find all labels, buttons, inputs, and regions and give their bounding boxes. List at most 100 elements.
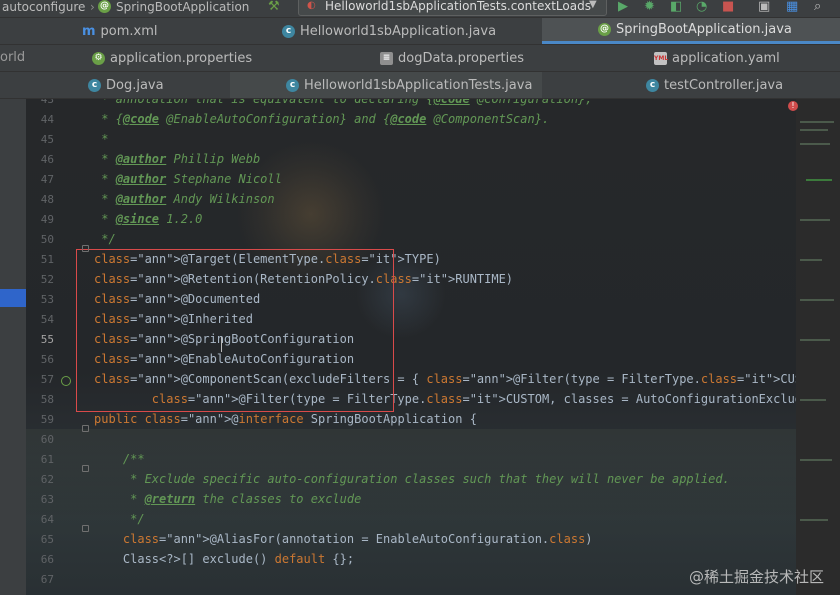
run-configuration-label: Helloworld1sbApplicationTests.contextLoa… <box>325 0 591 13</box>
code-line: * @author Andy Wilkinson <box>94 192 275 206</box>
class-icon: c <box>88 78 101 92</box>
code-line: * <box>94 132 109 146</box>
fold-collapse-icon[interactable] <box>82 245 89 252</box>
run-configuration-selector[interactable]: ◐ Helloworld1sbApplicationTests.contextL… <box>298 0 607 16</box>
project-tree-selected-row[interactable] <box>0 289 26 307</box>
code-line: /** <box>94 452 145 466</box>
tab-helloworld1sbapplicationtests-java[interactable]: c Helloworld1sbApplicationTests.java <box>230 72 542 98</box>
line-number: 59 <box>40 413 54 426</box>
run-icon[interactable]: ▶ <box>618 0 628 14</box>
line-number: 47 <box>40 173 54 186</box>
line-number: 67 <box>40 573 54 586</box>
class-icon: c <box>646 78 659 92</box>
line-number: 46 <box>40 153 54 166</box>
tab-dogdata-properties[interactable]: ≡ dogData.properties <box>376 45 650 71</box>
code-line: */ <box>94 232 116 246</box>
error-stripe[interactable]: ! <box>788 99 840 595</box>
project-tree-label[interactable]: orld <box>0 50 25 65</box>
fold-collapse-icon[interactable] <box>82 525 89 532</box>
tab-label: application.yaml <box>672 50 780 66</box>
code-line: * {@code @EnableAutoConfiguration} and {… <box>94 112 550 126</box>
code-line: Class<?>[] exclude() default {}; <box>94 552 355 566</box>
chevron-down-icon: ▼ <box>589 0 597 10</box>
line-number: 64 <box>40 513 54 526</box>
line-number: 65 <box>40 533 54 546</box>
error-marker-icon[interactable]: ! <box>788 101 798 111</box>
code-line: * @return the classes to exclude <box>94 492 362 506</box>
stop-icon[interactable]: ■ <box>722 0 734 14</box>
line-number: 56 <box>40 353 54 366</box>
editor-tab-row-1: m pom.xml c Helloworld1sbApplication.jav… <box>0 18 840 45</box>
tab-label: SpringBootApplication.java <box>616 22 792 37</box>
fold-collapse-icon[interactable] <box>82 425 89 432</box>
tab-testcontroller-java[interactable]: c testController.java <box>642 72 840 98</box>
line-number: 44 <box>40 113 54 126</box>
code-line: * @since 1.2.0 <box>94 212 203 226</box>
breadcrumb-autoconfigure[interactable]: autoconfigure <box>2 0 85 14</box>
line-number: 45 <box>40 133 54 146</box>
coverage-icon[interactable]: ◧ <box>670 0 682 14</box>
text-caret <box>221 337 222 352</box>
line-number: 66 <box>40 553 54 566</box>
line-number: 61 <box>40 453 54 466</box>
annotation-highlight-box <box>76 249 394 412</box>
tab-helloworld1sbapplication-java[interactable]: c Helloworld1sbApplication.java <box>278 18 542 44</box>
tab-dog-java[interactable]: c Dog.java <box>84 72 230 98</box>
annotation-icon: @ <box>98 0 111 13</box>
build-hammer-icon[interactable]: ⚒ <box>268 0 280 14</box>
editor-tab-row-3: c Dog.java c Helloworld1sbApplicationTes… <box>0 72 840 99</box>
fold-collapse-icon[interactable] <box>82 465 89 472</box>
project-pane <box>0 99 26 595</box>
minimap-line <box>800 399 826 401</box>
yaml-icon: YML <box>654 51 668 65</box>
tab-label: testController.java <box>664 77 784 93</box>
tab-application-properties[interactable]: ⚙ application.properties <box>88 45 376 71</box>
line-number: 54 <box>40 313 54 326</box>
line-number: 63 <box>40 493 54 506</box>
minimap-line <box>800 299 834 301</box>
tab-label: application.properties <box>110 50 253 66</box>
spring-bean-gutter-icon[interactable] <box>61 376 71 386</box>
code-line: * annotation that is equivalent to decla… <box>94 99 593 106</box>
minimap-line <box>800 121 834 123</box>
line-number: 58 <box>40 393 54 406</box>
line-number: 55 <box>40 333 54 346</box>
code-line: class="ann">@AliasFor(annotation = Enabl… <box>122 532 593 546</box>
debug-icon[interactable]: ✹ <box>644 0 655 14</box>
tab-label: dogData.properties <box>398 50 524 66</box>
minimap-line <box>800 519 828 521</box>
minimap-line <box>800 259 822 261</box>
minimap-line <box>800 459 832 461</box>
navigation-bar: autoconfigure › @ SpringBootApplication … <box>0 0 840 18</box>
line-number: 62 <box>40 473 54 486</box>
minimap-line <box>800 143 830 145</box>
minimap-line <box>800 339 830 341</box>
tab-label: pom.xml <box>100 23 158 39</box>
code-line: * @author Phillip Webb <box>94 152 261 166</box>
editor-tab-row-2: ⚙ application.properties ≡ dogData.prope… <box>0 45 840 72</box>
line-number: 57 <box>40 373 54 386</box>
profile-icon[interactable]: ◔ <box>696 0 707 14</box>
translate-icon[interactable]: ▦ <box>786 0 798 14</box>
breadcrumb-springbootapplication[interactable]: SpringBootApplication <box>116 0 249 14</box>
code-editor[interactable]: 43 44 45 46 47 48 49 50 51 52 53 54 55 56 57 58 59 60 61 62… <box>26 99 796 595</box>
code-line: * Exclude specific auto-configuration cl… <box>94 472 730 486</box>
search-everywhere-icon[interactable]: ⌕ <box>814 0 821 14</box>
annotation-icon: @ <box>598 23 611 36</box>
line-number: 50 <box>40 233 54 246</box>
tab-label: Dog.java <box>106 77 164 93</box>
code-line: */ <box>94 512 145 526</box>
line-number: 49 <box>40 213 54 226</box>
minimap-change-marker <box>806 179 832 181</box>
spring-properties-icon: ⚙ <box>92 51 105 65</box>
code-line: * @author Stephane Nicoll <box>94 172 282 186</box>
code-line: public class="ann">@interface SpringBoot… <box>94 412 477 426</box>
tab-springbootapplication-java[interactable]: @ SpringBootApplication.java <box>542 18 840 44</box>
tab-application-yaml[interactable]: YML application.yaml <box>650 45 840 71</box>
minimap-line <box>800 219 830 221</box>
properties-icon: ≡ <box>380 51 393 65</box>
tab-label: Helloworld1sbApplication.java <box>300 23 497 39</box>
test-class-icon: c <box>286 78 299 92</box>
project-structure-icon[interactable]: ▣ <box>758 0 770 14</box>
tab-pom-xml[interactable]: m pom.xml <box>78 18 278 44</box>
